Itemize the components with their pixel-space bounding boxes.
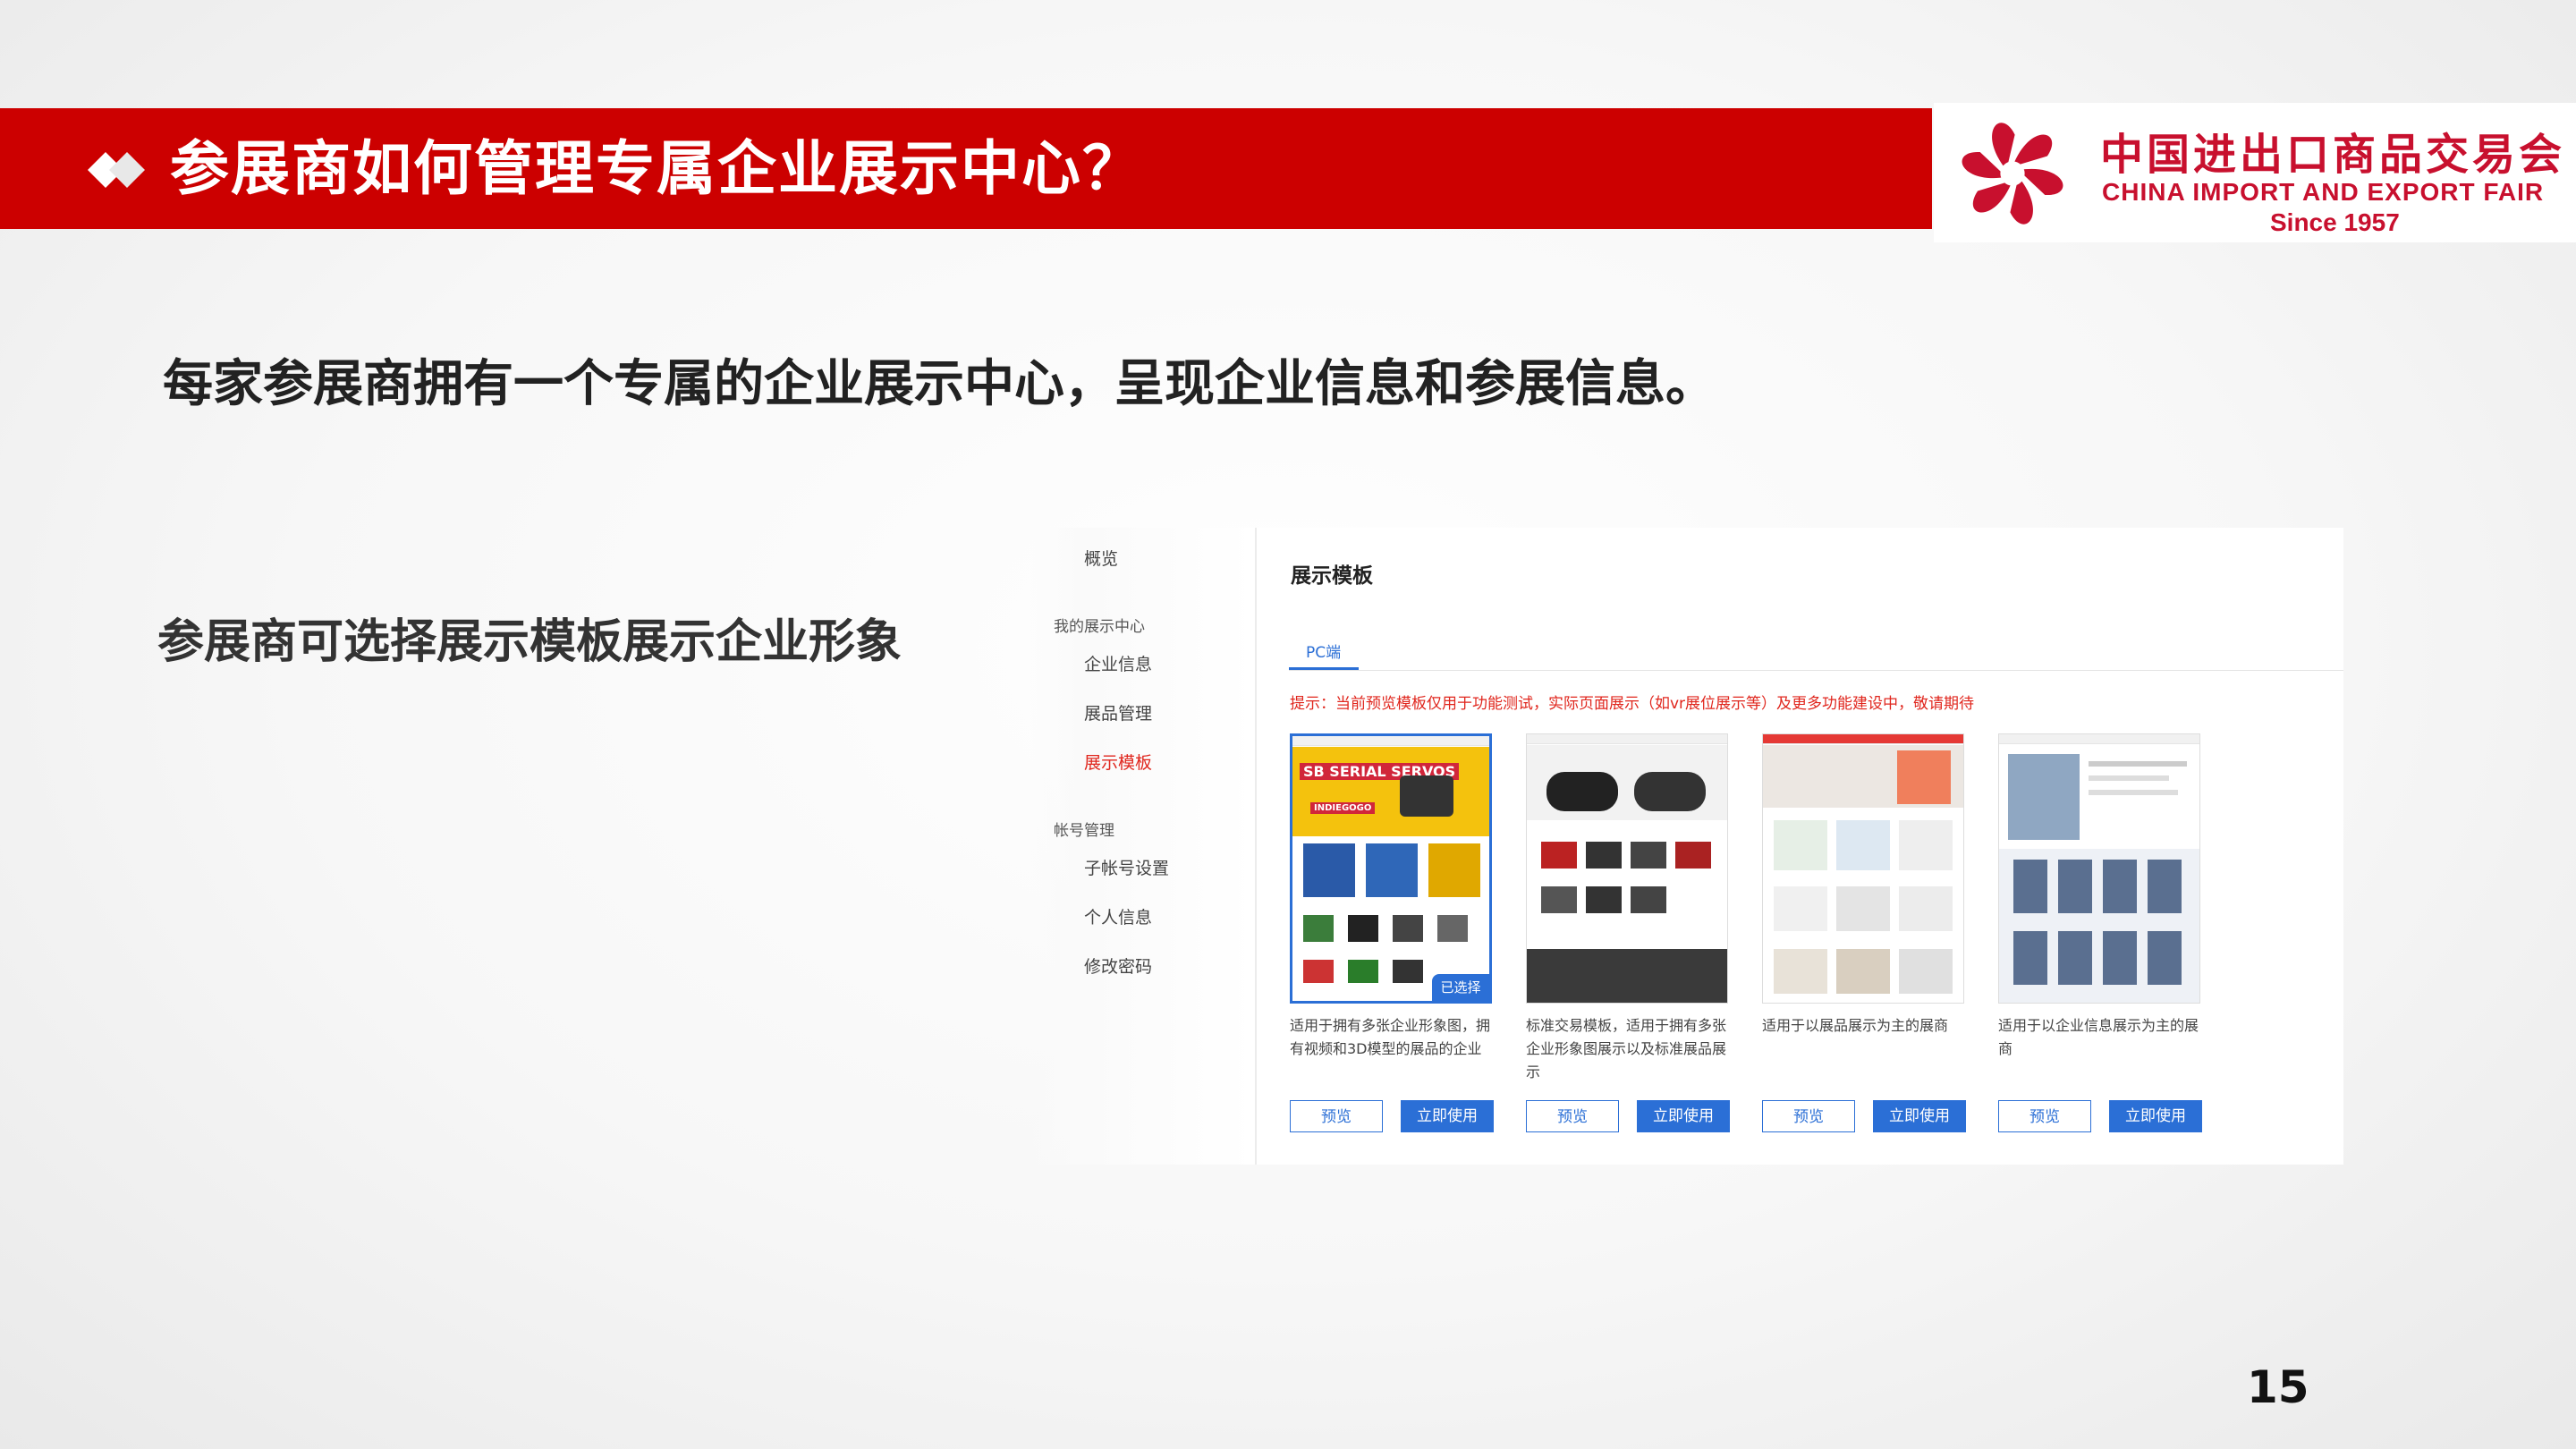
preview-button[interactable]: 预览	[1290, 1100, 1383, 1132]
tab-pc[interactable]: PC端	[1306, 640, 1341, 662]
template-description: 适用于以展品展示为主的展商	[1762, 1017, 1949, 1034]
logo-since: Since 1957	[2270, 208, 2400, 236]
diamond-icon	[88, 152, 145, 188]
template-card: 适用于以展品展示为主的展商 预览 立即使用	[1762, 733, 1970, 1134]
preview-button[interactable]: 预览	[1526, 1100, 1619, 1132]
sidebar-group-showcase: 我的展示中心	[1054, 618, 1145, 636]
sidebar-item-company-info[interactable]: 企业信息	[1084, 651, 1152, 675]
preview-button[interactable]: 预览	[1762, 1100, 1855, 1132]
sidebar-item-exhibit-management[interactable]: 展品管理	[1084, 700, 1152, 724]
use-now-button[interactable]: 立即使用	[1873, 1100, 1966, 1132]
slide-title: 参展商如何管理专属企业展示中心？	[170, 134, 1143, 203]
use-now-button[interactable]: 立即使用	[2109, 1100, 2202, 1132]
tab-divider	[1289, 670, 2343, 671]
slide-subtitle: 每家参展商拥有一个专属的企业展示中心，呈现企业信息和参展信息。	[163, 355, 1716, 413]
page-title: 展示模板	[1291, 564, 1373, 588]
sidebar: 概览 我的展示中心 企业信息 展品管理 展示模板 帐号管理 子帐号设置 个人信息…	[1029, 528, 1255, 1165]
sidebar-group-account: 帐号管理	[1054, 822, 1114, 840]
template-note: 参展商可选择展示模板展示企业形象	[157, 615, 902, 669]
sidebar-item-subaccount[interactable]: 子帐号设置	[1084, 855, 1169, 879]
sidebar-item-overview[interactable]: 概览	[1084, 546, 1118, 570]
template-thumbnail-2[interactable]	[1526, 733, 1728, 1004]
sidebar-item-personal-info[interactable]: 个人信息	[1084, 904, 1152, 928]
template-description: 适用于以企业信息展示为主的展商	[1998, 1017, 2199, 1057]
selected-badge: 已选择	[1432, 974, 1489, 1001]
indiegogo-badge: INDIEGOGO	[1310, 802, 1376, 814]
sidebar-item-change-password[interactable]: 修改密码	[1084, 953, 1152, 978]
notice-text: 提示：当前预览模板仅用于功能测试，实际页面展示（如vr展位展示等）及更多功能建设…	[1290, 695, 1975, 713]
logo-english-name: CHINA IMPORT AND EXPORT FAIR	[2102, 178, 2545, 206]
logo-chinese-name: 中国进出口商品交易会	[2100, 130, 2566, 180]
admin-screenshot: 概览 我的展示中心 企业信息 展品管理 展示模板 帐号管理 子帐号设置 个人信息…	[1029, 528, 2343, 1165]
preview-button[interactable]: 预览	[1998, 1100, 2091, 1132]
template-thumbnail-3[interactable]	[1762, 733, 1964, 1004]
template-thumbnail-1[interactable]: SB SERIAL SERVOS INDIEGOGO 已选择	[1290, 733, 1492, 1004]
page-number: 15	[2247, 1361, 2309, 1413]
canton-fair-logo: 中国进出口商品交易会 CHINA IMPORT AND EXPORT FAIR …	[1934, 103, 2576, 242]
template-description: 适用于拥有多张企业形象图，拥有视频和3D模型的展品的企业	[1290, 1017, 1491, 1057]
use-now-button[interactable]: 立即使用	[1401, 1100, 1494, 1132]
template-card: 标准交易模板，适用于拥有多张企业形象图展示以及标准展品展示 预览 立即使用	[1526, 733, 1733, 1134]
template-description: 标准交易模板，适用于拥有多张企业形象图展示以及标准展品展示	[1526, 1017, 1727, 1080]
template-thumbnail-4[interactable]	[1998, 733, 2200, 1004]
template-card: 适用于以企业信息展示为主的展商 预览 立即使用	[1998, 733, 2206, 1134]
use-now-button[interactable]: 立即使用	[1637, 1100, 1730, 1132]
main-panel: 展示模板 PC端 提示：当前预览模板仅用于功能测试，实际页面展示（如vr展位展示…	[1257, 528, 2343, 1165]
sidebar-item-templates[interactable]: 展示模板	[1084, 750, 1152, 774]
flower-logo-icon	[1962, 123, 2063, 225]
template-card: SB SERIAL SERVOS INDIEGOGO 已选择 适用于拥有多张企业…	[1290, 733, 1497, 1134]
